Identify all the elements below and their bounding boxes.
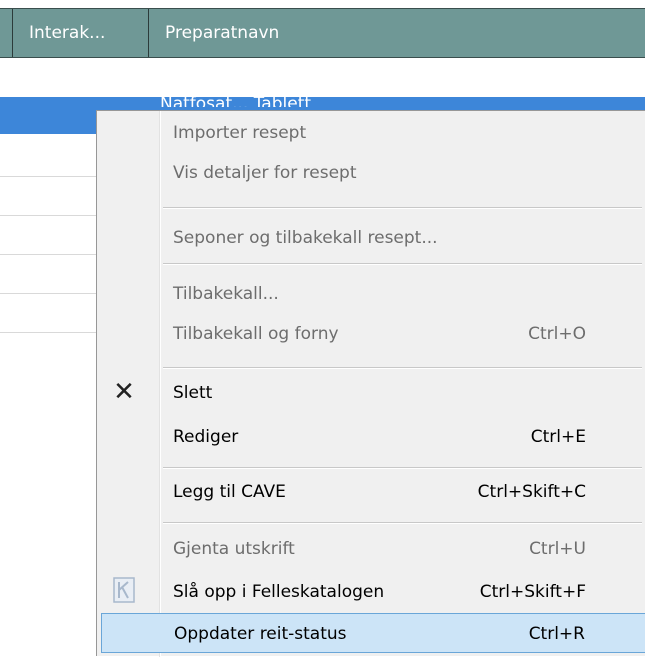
menu-item-felleskatalogen[interactable]: Slå opp i Felleskatalogen Ctrl+Skift+F [101,572,645,612]
menu-separator [163,207,642,209]
delete-x-icon: ✕ [113,377,135,407]
menu-item-legg-til-cave[interactable]: Legg til CAVE Ctrl+Skift+C [101,472,645,512]
menu-item-gjenta-utskrift[interactable]: Gjenta utskrift Ctrl+U [101,529,645,569]
menu-item-label: Vis detaljer for resept [173,163,357,183]
menu-item-tilbakekall-forny[interactable]: Tilbakekall og forny Ctrl+O [101,314,645,354]
menu-item-label: Slett [173,383,213,403]
menu-item-label: Rediger [173,427,239,447]
menu-item-label: Gjenta utskrift [173,539,295,559]
felleskatalogen-icon [111,577,137,605]
menu-item-oppdater-reit-status[interactable]: Oppdater reit-status Ctrl+R [101,613,645,653]
menu-item-label: Tilbakekall og forny [173,324,339,344]
row-divider [0,293,96,294]
menu-item-label: Legg til CAVE [173,482,286,502]
menu-separator [163,367,642,369]
menu-item-importer-resept[interactable]: Importer resept [101,113,645,153]
menu-item-label: Tilbakekall... [173,284,279,304]
menu-item-shortcut: Ctrl+Skift+C [477,482,586,502]
column-header-interaksjoner[interactable]: Interak... [12,9,148,57]
menu-separator [163,263,642,265]
menu-item-shortcut: Ctrl+U [529,539,586,559]
menu-separator [163,467,642,469]
menu-item-shortcut: Ctrl+O [528,324,586,344]
menu-item-label: Oppdater reit-status [174,624,347,644]
menu-item-vis-detaljer[interactable]: Vis detaljer for resept [101,153,645,193]
menu-item-shortcut: Ctrl+E [530,427,586,447]
menu-item-tilbakekall[interactable]: Tilbakekall... [101,274,645,314]
menu-separator [163,522,642,524]
menu-item-shortcut: Ctrl+Skift+F [479,582,586,602]
table-header: Interak... Preparatnavn [0,8,645,58]
row-divider [0,332,96,333]
menu-item-seponer[interactable]: Seponer og tilbakekall resept... [101,218,645,258]
menu-item-rediger[interactable]: Rediger Ctrl+E [101,417,645,457]
row-divider [0,176,96,177]
menu-item-label: Slå opp i Felleskatalogen [173,582,385,602]
menu-item-label: Importer resept [173,123,307,143]
menu-item-label: Seponer og tilbakekall resept... [173,228,438,248]
selected-row-text: Natfosat... Tablett [160,97,312,107]
menu-item-slett[interactable]: ✕ Slett [101,373,645,413]
row-divider [0,215,96,216]
context-menu: Importer resept Vis detaljer for resept … [96,110,645,657]
row-divider [0,254,96,255]
menu-item-shortcut: Ctrl+R [528,624,585,644]
column-header-preparatnavn[interactable]: Preparatnavn [148,9,645,57]
